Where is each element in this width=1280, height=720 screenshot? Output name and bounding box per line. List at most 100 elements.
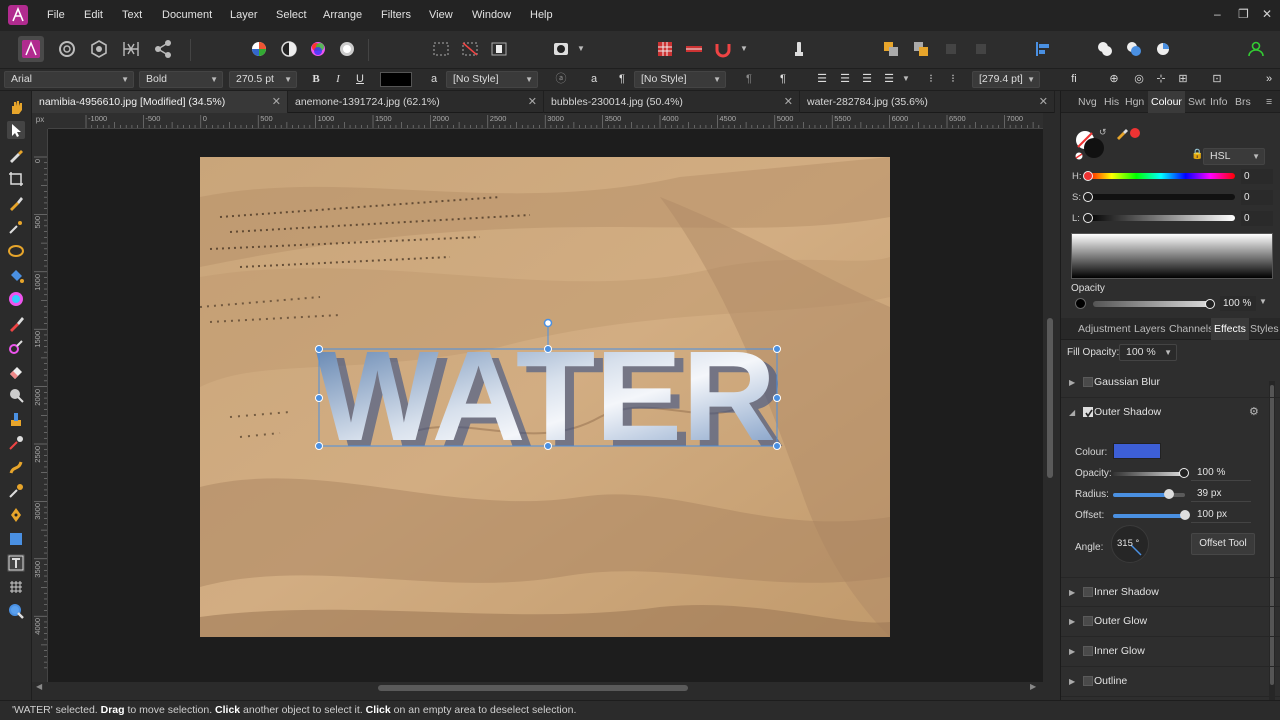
menu-edit[interactable]: Edit: [84, 9, 103, 21]
font-weight-dropdown[interactable]: Bold ▼: [139, 71, 223, 88]
gradient-tool-icon[interactable]: [7, 290, 25, 308]
shadow-opacity-knob[interactable]: [1179, 468, 1189, 478]
tab-info[interactable]: Info: [1210, 91, 1228, 113]
tab-history[interactable]: His: [1104, 91, 1119, 113]
text-style-icon[interactable]: ⓐ: [552, 71, 570, 88]
font-size-dropdown[interactable]: 270.5 pt ▼: [229, 71, 297, 88]
tab-bubbles[interactable]: bubbles-230014.jpg (50.4%) ✕: [544, 91, 800, 113]
paint-brush-tool-icon[interactable]: [7, 314, 25, 332]
menu-filters[interactable]: Filters: [381, 9, 411, 21]
hand-tool-icon[interactable]: [7, 98, 25, 116]
selection-brush-tool-icon[interactable]: [7, 194, 25, 212]
shadow-angle-dial[interactable]: 315 °: [1111, 525, 1149, 563]
effect-gaussian-blur[interactable]: ▶ Gaussian Blur: [1061, 368, 1280, 398]
red-eye-tool-icon[interactable]: [7, 482, 25, 500]
menu-window[interactable]: Window: [472, 9, 511, 21]
horizontal-scroll-thumb[interactable]: [378, 685, 688, 691]
auto-white-balance-icon[interactable]: [336, 38, 358, 60]
account-icon[interactable]: [1245, 38, 1267, 60]
tab-swatches[interactable]: Swt: [1188, 91, 1206, 113]
shadow-offset-knob[interactable]: [1180, 510, 1190, 520]
resize-handle[interactable]: [315, 394, 323, 402]
quick-mask-dropdown-icon[interactable]: ▼: [577, 44, 585, 53]
deselect-icon[interactable]: [459, 38, 481, 60]
menu-view[interactable]: View: [429, 9, 453, 21]
saturation-value[interactable]: 0: [1241, 190, 1273, 205]
swap-colours-icon[interactable]: ↺: [1099, 127, 1107, 138]
tab-channels[interactable]: Channels: [1169, 318, 1213, 340]
color-picker-tool-icon[interactable]: [7, 146, 25, 164]
offset-tool-button[interactable]: Offset Tool: [1191, 533, 1255, 555]
resize-handle[interactable]: [773, 442, 781, 450]
snapping-icon[interactable]: [712, 38, 734, 60]
flood-fill-tool-icon[interactable]: [7, 266, 25, 284]
close-icon[interactable]: ✕: [272, 91, 281, 113]
panel-menu-icon[interactable]: ≡: [1266, 91, 1272, 113]
tab-layers[interactable]: Layers: [1134, 318, 1166, 340]
close-icon[interactable]: ✕: [528, 91, 537, 113]
outline-checkbox[interactable]: [1083, 676, 1093, 686]
scroll-right-icon[interactable]: ▶: [1030, 682, 1036, 691]
expand-icon[interactable]: ▶: [1069, 378, 1075, 387]
export-persona-icon[interactable]: [152, 38, 174, 60]
hue-slider-knob[interactable]: [1083, 171, 1093, 181]
gaussian-blur-checkbox[interactable]: [1083, 377, 1093, 387]
close-icon[interactable]: ✕: [1039, 91, 1048, 113]
expand-icon[interactable]: ▶: [1069, 647, 1075, 656]
vertical-scrollbar[interactable]: [1045, 113, 1055, 683]
menu-arrange[interactable]: Arrange: [323, 9, 362, 21]
pilcrow-toggle-icon[interactable]: ¶: [774, 71, 792, 88]
erase-tool-icon[interactable]: [7, 362, 25, 380]
shadow-offset-value[interactable]: 100 px: [1191, 507, 1251, 523]
text-colour-swatch[interactable]: [380, 72, 412, 87]
auto-colour-icon[interactable]: [307, 38, 329, 60]
saturation-slider-knob[interactable]: [1083, 192, 1093, 202]
resize-handle[interactable]: [773, 394, 781, 402]
justify-dropdown-icon[interactable]: ▼: [902, 74, 910, 83]
effect-inner-shadow[interactable]: ▶ Inner Shadow: [1061, 577, 1280, 607]
photo-persona-icon[interactable]: [18, 36, 44, 62]
tab-effects[interactable]: Effects: [1211, 318, 1249, 340]
order-top-icon[interactable]: [970, 38, 992, 60]
quick-mask-icon[interactable]: [550, 38, 572, 60]
bullets-icon[interactable]: ⁝: [922, 71, 940, 88]
ellipse-marquee-tool-icon[interactable]: [7, 242, 25, 260]
menu-select[interactable]: Select: [276, 9, 307, 21]
order-front-icon[interactable]: [940, 38, 962, 60]
align-right-icon[interactable]: ☰: [858, 71, 876, 88]
leading-dropdown[interactable]: [279.4 pt] ▼: [972, 71, 1040, 88]
vertical-scroll-thumb[interactable]: [1047, 318, 1053, 478]
expand-icon[interactable]: ▶: [1069, 617, 1075, 626]
tab-anemone[interactable]: anemone-1391724.jpg (62.1%) ✕: [288, 91, 544, 113]
colour-replacement-tool-icon[interactable]: [7, 338, 25, 356]
align-left-icon[interactable]: ☰: [813, 71, 831, 88]
flood-select-tool-icon[interactable]: [7, 218, 25, 236]
font-family-dropdown[interactable]: Arial ▼: [4, 71, 134, 88]
smudge-tool-icon[interactable]: [7, 458, 25, 476]
invert-selection-icon[interactable]: [488, 38, 510, 60]
lightness-slider[interactable]: [1087, 215, 1235, 221]
saturation-slider[interactable]: [1087, 194, 1235, 200]
mesh-warp-tool-icon[interactable]: [7, 578, 25, 596]
eyedropper-icon[interactable]: [1115, 126, 1129, 143]
expand-icon[interactable]: ▶: [1069, 677, 1075, 686]
shadow-opacity-slider[interactable]: [1113, 472, 1185, 476]
transform-icon[interactable]: ⊹: [1152, 71, 1170, 88]
boolean-intersect-icon[interactable]: [1152, 38, 1174, 60]
resize-handle[interactable]: [773, 345, 781, 353]
horizontal-scrollbar[interactable]: ◀ ▶: [32, 682, 1045, 694]
move-tool-icon[interactable]: [7, 121, 25, 139]
liquify-persona-icon[interactable]: [56, 38, 78, 60]
more-icon[interactable]: »: [1260, 71, 1278, 88]
shadow-colour-swatch[interactable]: [1113, 443, 1161, 459]
marquee-selection-icon[interactable]: [430, 38, 452, 60]
paragraph-style-dropdown[interactable]: [No Style] ▼: [634, 71, 726, 88]
canvas[interactable]: WATER WATER: [48, 129, 1043, 682]
fill-opacity-dropdown[interactable]: 100 % ▼: [1119, 344, 1177, 361]
colour-spectrum[interactable]: [1071, 233, 1273, 279]
scroll-left-icon[interactable]: ◀: [36, 682, 42, 691]
order-forward-icon[interactable]: [910, 38, 932, 60]
close-button[interactable]: ✕: [1262, 7, 1272, 21]
typography-icon[interactable]: fi: [1065, 71, 1083, 88]
shadow-radius-slider[interactable]: [1113, 493, 1185, 497]
